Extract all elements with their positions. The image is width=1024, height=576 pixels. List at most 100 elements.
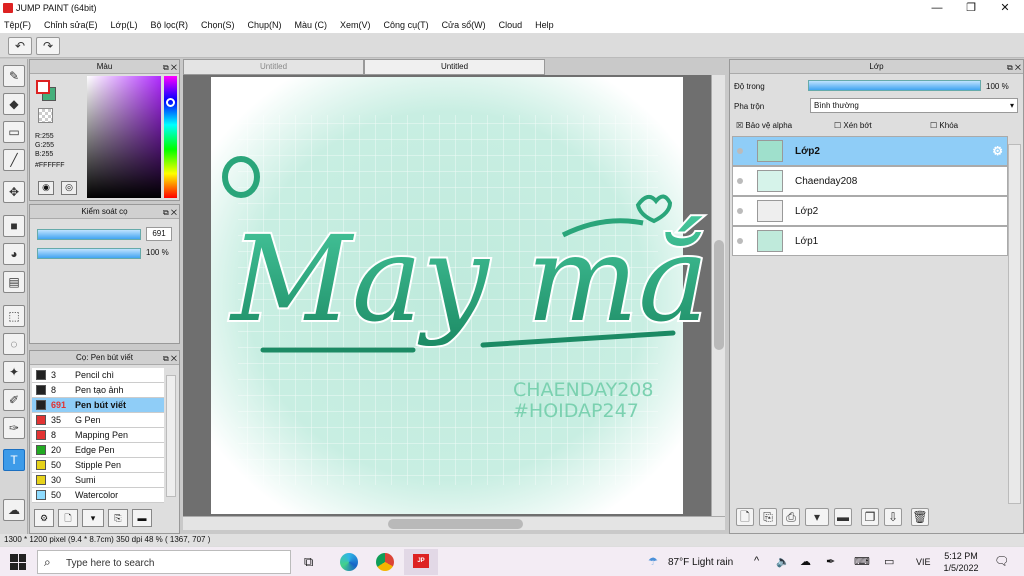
- layer-row[interactable]: Lớp2 ⚙: [732, 136, 1008, 166]
- menu-layer[interactable]: Lớp(L): [111, 20, 138, 30]
- close-button[interactable]: ✕: [988, 0, 1022, 17]
- brush-opacity-slider[interactable]: [37, 248, 141, 259]
- brush-item[interactable]: 30 Sumi: [32, 473, 164, 488]
- brush-size-slider[interactable]: [37, 229, 141, 240]
- alpha-protect-checkbox[interactable]: ☒ Bảo vệ alpha: [736, 121, 792, 130]
- brush-settings-icon[interactable]: ⚙: [34, 509, 54, 527]
- eraser-tool-icon[interactable]: ◆: [3, 93, 25, 115]
- new-layer-icon[interactable]: 🗋: [736, 508, 754, 526]
- menu-edit[interactable]: Chỉnh sửa(E): [44, 20, 98, 30]
- lasso-tool-icon[interactable]: ◌: [3, 333, 25, 355]
- notifications-icon[interactable]: 🗨: [994, 554, 1009, 568]
- minimize-button[interactable]: —: [920, 0, 954, 17]
- tab-untitled-2[interactable]: Untitled: [364, 59, 545, 75]
- move-tool-icon[interactable]: ✥: [3, 181, 25, 203]
- menu-color[interactable]: Màu (C): [295, 20, 328, 30]
- clip-checkbox[interactable]: ☐ Xén bớt: [834, 121, 872, 130]
- rect-select-tool-icon[interactable]: ⬚: [3, 305, 25, 327]
- select-pen-tool-icon[interactable]: ✐: [3, 389, 25, 411]
- menu-window[interactable]: Cửa sổ(W): [442, 20, 486, 30]
- brush-item[interactable]: 8 Pen tạo ảnh: [32, 383, 164, 398]
- line-tool-icon[interactable]: ╱: [3, 149, 25, 171]
- language-indicator[interactable]: VIE: [916, 557, 931, 567]
- menu-file[interactable]: Tệp(F): [4, 20, 31, 30]
- layer-row[interactable]: Lớp2: [732, 196, 1008, 226]
- tab-untitled-1[interactable]: Untitled: [183, 59, 364, 75]
- brush-item[interactable]: 20 Edge Pen: [32, 443, 164, 458]
- foreground-color-swatch[interactable]: [36, 80, 50, 94]
- windows-start-icon[interactable]: [10, 554, 26, 570]
- magic-wand-tool-icon[interactable]: ✦: [3, 361, 25, 383]
- brush-item[interactable]: 50 Stipple Pen: [32, 458, 164, 473]
- artwork-canvas[interactable]: May mắn CHAENDAY208 #HOIDAP247: [183, 75, 787, 516]
- layer-visibility-icon[interactable]: [737, 238, 743, 244]
- new-vector-layer-icon[interactable]: ⎙: [782, 508, 800, 526]
- pen-ink-icon[interactable]: ✒: [826, 555, 835, 568]
- jump-paint-taskbar-item[interactable]: JP: [404, 549, 438, 575]
- layer-menu-icon[interactable]: ▾: [805, 508, 829, 526]
- panel-buttons[interactable]: ⧉ ✕: [1007, 61, 1021, 74]
- select-eraser-tool-icon[interactable]: ✑: [3, 417, 25, 439]
- clock[interactable]: 5:12 PM 1/5/2022: [936, 550, 986, 574]
- layer-settings-icon[interactable]: ⚙: [992, 144, 1003, 158]
- menu-cloud[interactable]: Cloud: [499, 20, 523, 30]
- merge-layer-icon[interactable]: ⇩: [884, 508, 902, 526]
- vertical-scroll-thumb[interactable]: [714, 240, 724, 350]
- brush-copy-icon[interactable]: ⎘: [108, 509, 128, 527]
- edge-browser-icon[interactable]: [340, 553, 358, 571]
- brush-folder-icon[interactable]: ▬: [132, 509, 152, 527]
- chevron-up-icon[interactable]: ^: [754, 555, 759, 567]
- task-view-icon[interactable]: ⧉: [304, 554, 313, 570]
- panel-buttons[interactable]: ⧉ ✕: [163, 352, 177, 365]
- vertical-scrollbar[interactable]: [711, 75, 725, 516]
- gradient-tool-icon[interactable]: ▤: [3, 271, 25, 293]
- menu-view[interactable]: Xem(V): [340, 20, 371, 30]
- volume-icon[interactable]: 🔈: [776, 555, 790, 568]
- lock-checkbox[interactable]: ☐ Khóa: [930, 121, 958, 130]
- canvas-area[interactable]: May mắn CHAENDAY208 #HOIDAP247: [183, 75, 787, 516]
- brush-size-value[interactable]: 691: [146, 227, 172, 241]
- layer-visibility-icon[interactable]: [737, 178, 743, 184]
- menu-select[interactable]: Chọn(S): [201, 20, 235, 30]
- taskbar-search[interactable]: ⌕ Type here to search: [37, 550, 291, 574]
- keyboard-icon[interactable]: ⌨: [854, 555, 870, 568]
- chrome-browser-icon[interactable]: [376, 553, 394, 571]
- brush-item[interactable]: 35 G Pen: [32, 413, 164, 428]
- rectangle-tool-icon[interactable]: ▭: [3, 121, 25, 143]
- text-tool-icon[interactable]: T: [3, 449, 25, 471]
- cloud-tool-icon[interactable]: ☁: [3, 499, 25, 521]
- fill-rect-tool-icon[interactable]: ■: [3, 215, 25, 237]
- panel-buttons[interactable]: ⧉ ✕: [163, 61, 177, 74]
- brush-tool-icon[interactable]: ✎: [3, 65, 25, 87]
- horizontal-scrollbar[interactable]: [183, 516, 725, 530]
- layer-visibility-icon[interactable]: [737, 208, 743, 214]
- brush-item[interactable]: 691 Pen bút viết: [32, 398, 164, 413]
- redo-icon[interactable]: ↷: [36, 37, 60, 55]
- menu-tools[interactable]: Công cụ(T): [384, 20, 429, 30]
- new-raster-layer-icon[interactable]: ⎘: [759, 508, 777, 526]
- undo-icon[interactable]: ↶: [8, 37, 32, 55]
- display-icon[interactable]: ▭: [884, 555, 894, 568]
- horizontal-scroll-thumb[interactable]: [388, 519, 523, 529]
- menu-capture[interactable]: Chụp(N): [248, 20, 282, 30]
- new-brush-icon[interactable]: 🗋: [58, 509, 78, 527]
- brush-menu-icon[interactable]: ▾: [82, 509, 104, 527]
- delete-layer-icon[interactable]: 🗑: [911, 508, 929, 526]
- palette-edit-icon[interactable]: ◎: [61, 181, 77, 195]
- layer-visibility-icon[interactable]: [737, 148, 743, 154]
- brush-item[interactable]: 50 Watercolor: [32, 488, 164, 503]
- maximize-button[interactable]: ❐: [954, 0, 988, 17]
- brush-list-scrollbar[interactable]: [166, 375, 176, 497]
- brush-item[interactable]: 3 Pencil chì: [32, 368, 164, 383]
- hue-handle[interactable]: [166, 98, 175, 107]
- layer-opacity-slider[interactable]: [808, 80, 981, 91]
- blend-mode-select[interactable]: Bình thường ▾: [810, 98, 1018, 113]
- brush-item[interactable]: 8 Mapping Pen: [32, 428, 164, 443]
- layer-folder-icon[interactable]: ▬: [834, 508, 852, 526]
- duplicate-layer-icon[interactable]: ❐: [861, 508, 879, 526]
- layer-row[interactable]: Lớp1: [732, 226, 1008, 256]
- palette-icon[interactable]: ◉: [38, 181, 54, 195]
- transparent-color-swatch[interactable]: [38, 108, 53, 123]
- layers-scrollbar[interactable]: [1008, 144, 1021, 504]
- cloud-sync-icon[interactable]: ☁: [800, 555, 811, 568]
